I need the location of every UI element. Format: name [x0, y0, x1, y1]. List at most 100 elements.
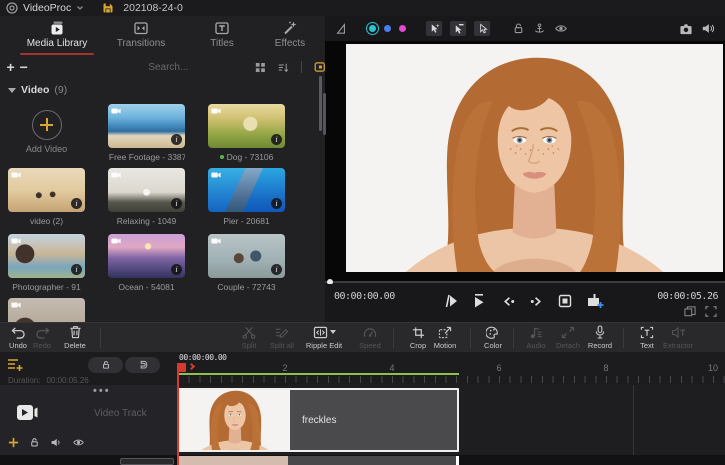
- cursor-star-tool[interactable]: [426, 21, 442, 36]
- media-item[interactable]: i Dog - 73106: [208, 104, 285, 162]
- speed-button[interactable]: Speed: [350, 325, 390, 350]
- sort-icon[interactable]: [278, 61, 289, 74]
- transport-controls: [443, 293, 604, 309]
- tab-titles[interactable]: Titles: [182, 20, 262, 52]
- preview-controls: 00:00:00.00 00:00:05.26: [325, 284, 725, 322]
- track-visibility-icon[interactable]: [72, 437, 85, 448]
- snapshot-frame-button[interactable]: [557, 293, 573, 309]
- media-thumbnail[interactable]: i: [208, 168, 285, 212]
- lock-icon[interactable]: [512, 22, 525, 35]
- panel-toggle-icon[interactable]: [314, 60, 325, 74]
- info-icon[interactable]: i: [171, 134, 182, 145]
- motion-button[interactable]: Motion: [425, 325, 465, 350]
- compare-windows-icon[interactable]: [684, 306, 696, 317]
- video-frame[interactable]: [346, 44, 723, 272]
- media-thumbnail[interactable]: i: [108, 234, 185, 278]
- info-icon[interactable]: i: [71, 264, 82, 275]
- fullscreen-icon[interactable]: [705, 306, 717, 317]
- info-icon[interactable]: i: [271, 264, 282, 275]
- media-thumbnail[interactable]: i: [8, 168, 85, 212]
- media-thumbnail[interactable]: i: [8, 298, 85, 322]
- marker-blue-dot[interactable]: [384, 25, 391, 32]
- transitions-icon: [133, 20, 149, 36]
- media-thumbnail[interactable]: i: [108, 104, 185, 148]
- media-thumbnail[interactable]: i: [208, 234, 285, 278]
- media-thumbnail[interactable]: i: [208, 104, 285, 148]
- media-thumbnail[interactable]: i: [108, 168, 185, 212]
- video-track-header: ••• Video Track: [0, 385, 178, 455]
- media-item-partial[interactable]: i: [8, 298, 85, 322]
- video-camera-icon: [111, 107, 121, 115]
- delete-button[interactable]: Delete: [55, 325, 95, 350]
- info-icon[interactable]: i: [71, 198, 82, 209]
- ripple-edit-caret-icon: [330, 330, 336, 334]
- app-menu[interactable]: VideoProc: [23, 2, 71, 14]
- info-icon[interactable]: i: [171, 198, 182, 209]
- volume-icon[interactable]: [701, 22, 715, 35]
- media-thumbnail[interactable]: i: [8, 234, 85, 278]
- record-button[interactable]: Record: [580, 325, 620, 350]
- track-mute-icon[interactable]: [50, 437, 62, 448]
- save-icon[interactable]: [102, 2, 114, 14]
- snap-magnet-button[interactable]: [125, 357, 160, 373]
- media-item[interactable]: i video (2): [8, 168, 85, 226]
- playhead-line[interactable]: [177, 363, 179, 465]
- eye-icon[interactable]: [554, 22, 568, 35]
- info-icon[interactable]: i: [271, 134, 282, 145]
- play-button[interactable]: [472, 293, 488, 309]
- video-section-header[interactable]: Video (9): [8, 84, 67, 96]
- timeline-ruler[interactable]: [178, 376, 725, 383]
- tab-effects[interactable]: Effects: [252, 20, 325, 52]
- extractor-button[interactable]: Extractor: [658, 325, 698, 350]
- snapshot-camera-icon[interactable]: [679, 23, 693, 35]
- add-track-icon[interactable]: [7, 357, 24, 372]
- previous-frame-button[interactable]: [501, 294, 516, 309]
- overview-box: [120, 458, 174, 465]
- info-icon[interactable]: i: [171, 264, 182, 275]
- toolbar-divider: [393, 328, 394, 348]
- export-frame-button[interactable]: [586, 293, 604, 309]
- marker-cyan-dot[interactable]: [369, 25, 376, 32]
- media-item[interactable]: i Ocean - 54081: [108, 234, 185, 292]
- cursor-bar-tool[interactable]: [450, 21, 466, 36]
- panel-resize-handle[interactable]: [323, 93, 326, 135]
- media-item[interactable]: i Couple - 72743: [208, 234, 285, 292]
- clip-label: freckles: [302, 415, 336, 426]
- media-item[interactable]: i Pier - 20681: [208, 168, 285, 226]
- ripple-edit-button[interactable]: Ripple Edit: [300, 325, 348, 350]
- preview-panel: 00:00:00.00 00:00:05.26: [325, 16, 725, 322]
- search-input[interactable]: [148, 62, 243, 73]
- split-all-button[interactable]: Split all: [262, 325, 302, 350]
- preview-window-controls: [684, 306, 717, 317]
- cursor-select-tool[interactable]: [474, 21, 490, 36]
- toolbar-divider: [623, 328, 624, 348]
- scrubber-track[interactable]: [325, 281, 725, 283]
- tab-label: Titles: [210, 38, 234, 49]
- grid-view-icon[interactable]: [255, 61, 266, 74]
- track-lock-button[interactable]: [88, 357, 123, 373]
- playhead-marker[interactable]: [178, 363, 186, 372]
- media-item[interactable]: i Relaxing - 1049: [108, 168, 185, 226]
- play-from-start-button[interactable]: [443, 293, 459, 309]
- add-video-tile[interactable]: Add Video: [8, 104, 85, 154]
- add-clip-icon[interactable]: [8, 437, 19, 448]
- video-camera-icon: [111, 171, 121, 179]
- anchor-icon[interactable]: [533, 22, 546, 35]
- remove-media-button[interactable]: −: [17, 59, 30, 75]
- info-icon[interactable]: i: [271, 198, 282, 209]
- video-camera-icon: [211, 237, 221, 245]
- color-button[interactable]: Color: [473, 325, 513, 350]
- ruler-tool-icon[interactable]: [335, 22, 347, 35]
- tab-transitions[interactable]: Transitions: [100, 20, 182, 52]
- track-menu-button[interactable]: •••: [93, 385, 111, 397]
- marker-magenta-dot[interactable]: [399, 25, 406, 32]
- timeline-clip-freckles[interactable]: freckles: [178, 388, 459, 452]
- library-scrollbar[interactable]: [319, 76, 322, 131]
- next-frame-button[interactable]: [529, 294, 544, 309]
- tab-media-library[interactable]: Media Library: [12, 20, 102, 52]
- media-item[interactable]: i Photographer - 91: [8, 234, 85, 292]
- preview-toolbar: [325, 16, 725, 41]
- add-media-button[interactable]: +: [4, 59, 17, 75]
- media-item[interactable]: i Free Footage - 33871: [108, 104, 185, 162]
- track-lock-icon[interactable]: [29, 437, 40, 448]
